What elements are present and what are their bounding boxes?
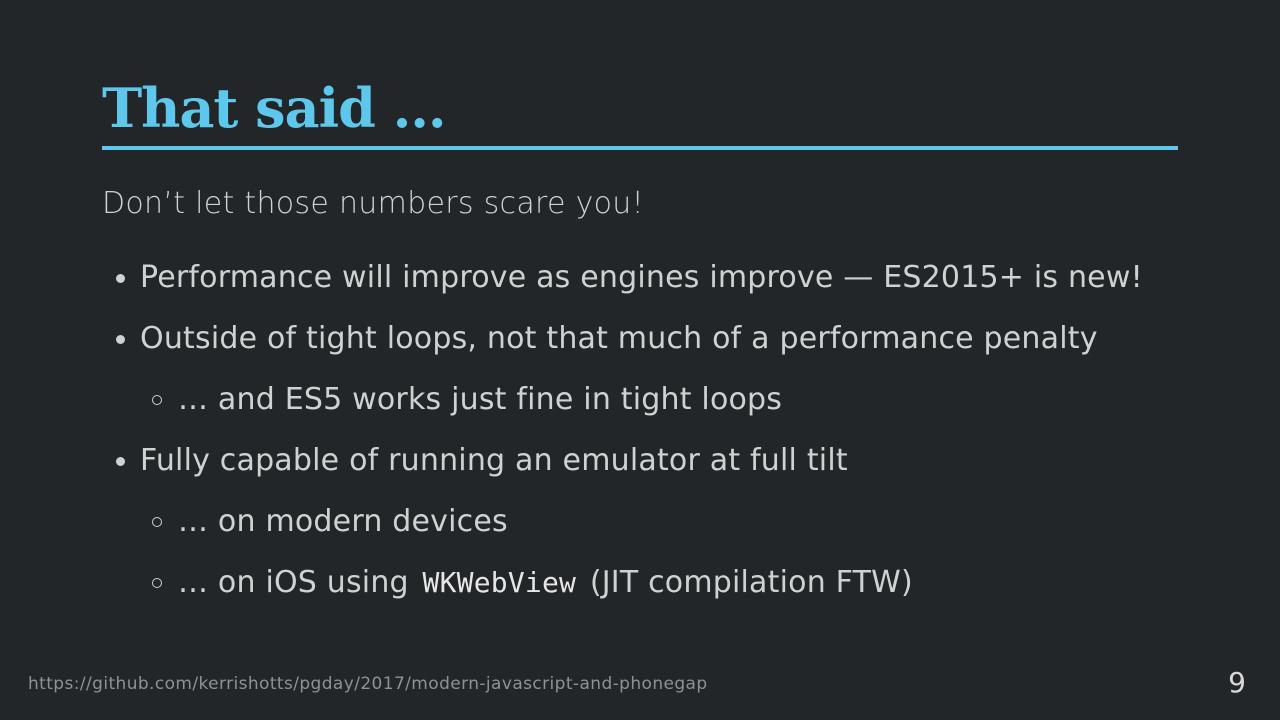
slide-title: That said … bbox=[102, 76, 447, 140]
title-underline bbox=[102, 146, 1178, 150]
bullet-item-emulator: Fully capable of running an emulator at … bbox=[102, 433, 1202, 494]
slide: That said … Don’t let those numbers scar… bbox=[0, 0, 1280, 720]
bullet-item-tight-loops: Outside of tight loops, not that much of… bbox=[102, 311, 1202, 372]
wkwebview-code: WKWebView bbox=[422, 566, 577, 599]
sub-bullet-ios-text-after: (JIT compilation FTW) bbox=[580, 565, 913, 600]
sub-bullet-ios-text-before: … on iOS using bbox=[178, 565, 419, 600]
sub-bullet-item-es5: … and ES5 works just fine in tight loops bbox=[102, 372, 1202, 433]
slide-lead-text: Don’t let those numbers scare you! bbox=[102, 186, 644, 221]
footer-url-link[interactable]: https://github.com/kerrishotts/pgday/201… bbox=[28, 672, 708, 696]
sub-bullet-item-ios: … on iOS using WKWebView (JIT compilatio… bbox=[102, 555, 1202, 616]
slide-page-number: 9 bbox=[1228, 666, 1246, 699]
bullet-item-performance: Performance will improve as engines impr… bbox=[102, 250, 1202, 311]
bullet-list: Performance will improve as engines impr… bbox=[102, 250, 1202, 616]
sub-bullet-item-modern-devices: … on modern devices bbox=[102, 494, 1202, 555]
